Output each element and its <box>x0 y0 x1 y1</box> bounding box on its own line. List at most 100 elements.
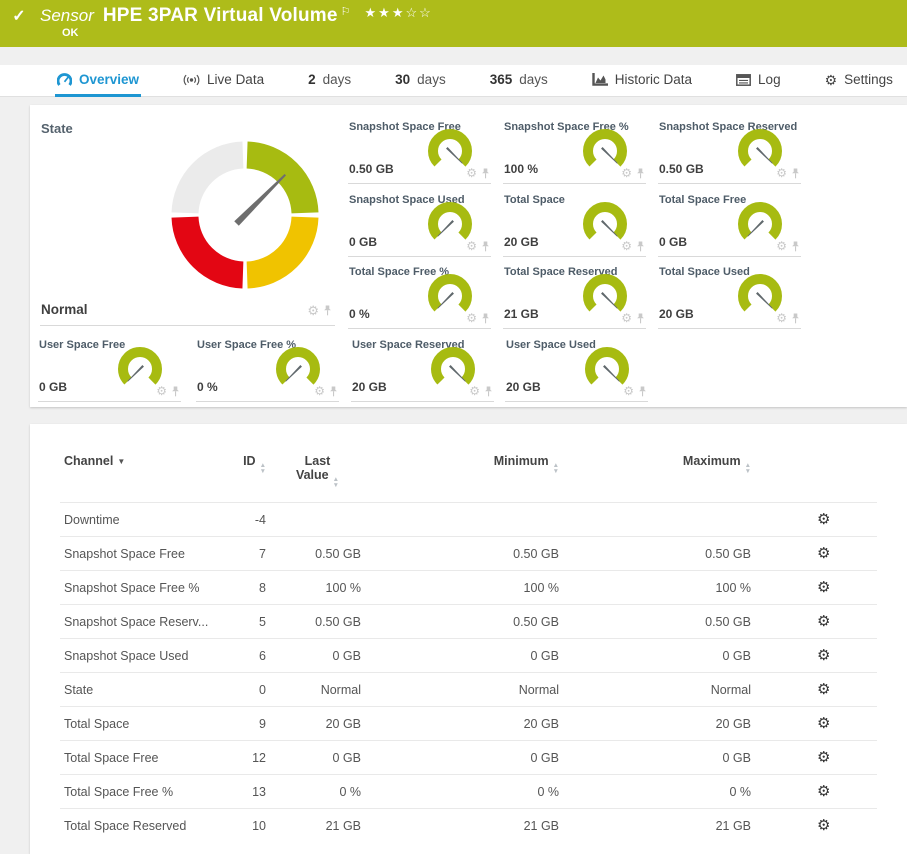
channel-last-value: 0 GB <box>270 741 365 775</box>
tab-live-data[interactable]: Live Data <box>181 65 266 97</box>
channel-maximum: 0.50 GB <box>563 605 755 639</box>
channel-name: Snapshot Space Reserv... <box>60 605 235 639</box>
priority-stars[interactable]: ★★★☆☆ <box>365 5 433 21</box>
channel-name: Snapshot Space Free % <box>60 571 235 605</box>
pin-icon[interactable] <box>791 168 800 179</box>
gear-icon[interactable]: ⚙ <box>621 240 632 252</box>
gear-icon[interactable]: ⚙ <box>466 167 477 179</box>
channel-minimum: 0 % <box>365 775 563 809</box>
flag-icon[interactable]: ⚐ <box>341 5 351 18</box>
channel-settings-icon[interactable]: ⚙ <box>817 647 830 664</box>
channel-last-value: 0.50 GB <box>270 537 365 571</box>
channel-settings-icon[interactable]: ⚙ <box>817 511 830 528</box>
channel-last-value <box>270 503 365 537</box>
channel-last-value: 21 GB <box>270 809 365 843</box>
pin-icon[interactable] <box>481 168 490 179</box>
pin-icon[interactable] <box>329 386 338 397</box>
gear-icon[interactable]: ⚙ <box>776 240 787 252</box>
pin-icon[interactable] <box>323 305 332 316</box>
tab-label: days <box>519 72 548 87</box>
header-gap <box>0 47 907 65</box>
gauge-value: 0 % <box>197 380 218 394</box>
channels-table: Channel▼ID▲▼LastValue▲▼Minimum▲▼Maximum▲… <box>60 446 877 842</box>
tab-2-days[interactable]: 2days <box>306 65 353 97</box>
column-header-maximum[interactable]: Maximum▲▼ <box>563 446 755 503</box>
channel-minimum: 0 GB <box>365 741 563 775</box>
pin-icon[interactable] <box>638 386 647 397</box>
tab-label: days <box>417 72 446 87</box>
gear-icon[interactable]: ⚙ <box>621 167 632 179</box>
channel-settings-icon[interactable]: ⚙ <box>817 749 830 766</box>
channel-id: 12 <box>235 741 270 775</box>
gauge-value: 0 GB <box>349 235 377 249</box>
column-header-last-value[interactable]: LastValue▲▼ <box>270 446 365 503</box>
gear-icon[interactable]: ⚙ <box>621 312 632 324</box>
tab-number: 2 <box>308 72 316 87</box>
tab-30-days[interactable]: 30days <box>393 65 448 97</box>
channel-last-value: 0 GB <box>270 639 365 673</box>
gauge-tile-total-space-free: Total Space Free0 GB⚙ <box>658 191 801 257</box>
gauge-tile-user-space-free: User Space Free %0 %⚙ <box>196 336 339 402</box>
channel-settings-icon[interactable]: ⚙ <box>817 545 830 562</box>
channel-settings-icon[interactable]: ⚙ <box>817 817 830 834</box>
gauge-value: 0.50 GB <box>659 162 704 176</box>
column-header-minimum[interactable]: Minimum▲▼ <box>365 446 563 503</box>
channel-last-value: 0 % <box>270 775 365 809</box>
state-gauge-dial <box>170 140 320 290</box>
channel-settings-icon[interactable]: ⚙ <box>817 579 830 596</box>
gear-icon[interactable]: ⚙ <box>466 312 477 324</box>
gear-icon[interactable]: ⚙ <box>156 385 167 397</box>
channel-settings-icon[interactable]: ⚙ <box>817 783 830 800</box>
channel-settings-icon[interactable]: ⚙ <box>817 613 830 630</box>
tab-label: Historic Data <box>615 72 692 87</box>
channel-minimum: 20 GB <box>365 707 563 741</box>
sensor-title: HPE 3PAR Virtual Volume <box>103 5 338 27</box>
pin-icon[interactable] <box>791 313 800 324</box>
tab-overview[interactable]: Overview <box>55 65 141 97</box>
tab-settings[interactable]: ⚙Settings <box>823 65 895 97</box>
channel-id: 0 <box>235 673 270 707</box>
channel-settings-icon[interactable]: ⚙ <box>817 681 830 698</box>
channel-settings-icon[interactable]: ⚙ <box>817 715 830 732</box>
gear-icon[interactable]: ⚙ <box>776 167 787 179</box>
pin-icon[interactable] <box>481 313 490 324</box>
gear-icon[interactable]: ⚙ <box>776 312 787 324</box>
channel-name: Snapshot Space Free <box>60 537 235 571</box>
gauge-value: Normal <box>41 302 88 317</box>
tab-bar: OverviewLive Data2days30days365daysHisto… <box>0 65 907 97</box>
channel-minimum: 100 % <box>365 571 563 605</box>
gear-icon[interactable]: ⚙ <box>307 304 319 317</box>
table-row-snapshot-space-reserv: Snapshot Space Reserv...50.50 GB0.50 GB0… <box>60 605 877 639</box>
channel-last-value: 20 GB <box>270 707 365 741</box>
pin-icon[interactable] <box>636 168 645 179</box>
channel-maximum: 0 % <box>563 775 755 809</box>
pin-icon[interactable] <box>481 241 490 252</box>
gear-icon[interactable]: ⚙ <box>623 385 634 397</box>
sort-icon: ▲▼ <box>553 463 559 474</box>
pin-icon[interactable] <box>484 386 493 397</box>
column-header-channel[interactable]: Channel▼ <box>60 446 235 503</box>
gear-icon[interactable]: ⚙ <box>314 385 325 397</box>
channel-name: Downtime <box>60 503 235 537</box>
gear-icon[interactable]: ⚙ <box>466 240 477 252</box>
pin-icon[interactable] <box>636 313 645 324</box>
sort-icon: ▲▼ <box>745 463 751 474</box>
tab-log[interactable]: Log <box>734 65 783 97</box>
channel-id: 7 <box>235 537 270 571</box>
channel-id: 13 <box>235 775 270 809</box>
tab-historic-data[interactable]: Historic Data <box>590 65 694 97</box>
tab-365-days[interactable]: 365days <box>488 65 550 97</box>
channel-maximum: 21 GB <box>563 809 755 843</box>
gear-icon[interactable]: ⚙ <box>469 385 480 397</box>
gauge-tile-user-space-reserved: User Space Reserved20 GB⚙ <box>351 336 494 402</box>
channel-name: Total Space Reserved <box>60 809 235 843</box>
tab-label: Live Data <box>207 72 264 87</box>
check-icon: ✓ <box>8 6 30 26</box>
channel-minimum: 0.50 GB <box>365 605 563 639</box>
gauge-value: 0 GB <box>659 235 687 249</box>
pin-icon[interactable] <box>791 241 800 252</box>
column-header-id[interactable]: ID▲▼ <box>235 446 270 503</box>
pin-icon[interactable] <box>171 386 180 397</box>
pin-icon[interactable] <box>636 241 645 252</box>
gauge-title: State <box>40 118 335 136</box>
